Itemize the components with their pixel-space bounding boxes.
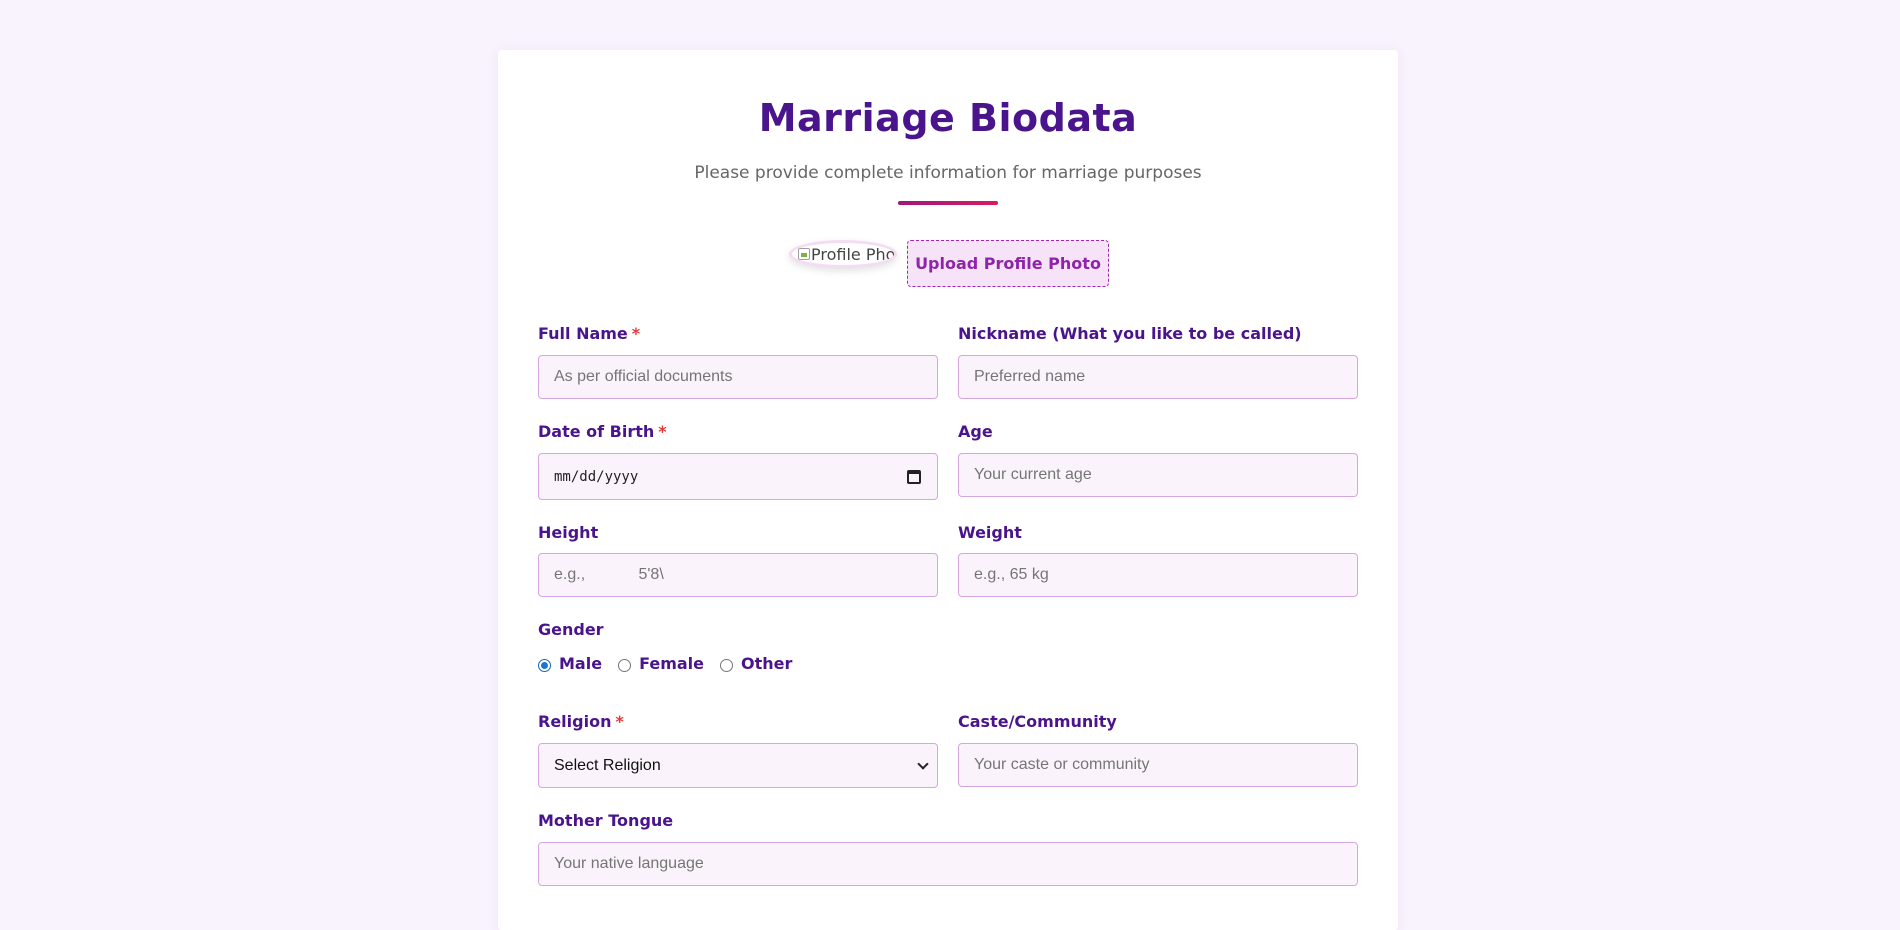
full-name-placeholder: As per official documents bbox=[554, 368, 733, 385]
religion-label-text: Religion bbox=[538, 712, 612, 731]
gender-option-other[interactable]: Other bbox=[720, 654, 792, 673]
required-marker: * bbox=[615, 712, 624, 731]
full-name-label-text: Full Name bbox=[538, 324, 628, 343]
title-divider bbox=[898, 201, 998, 205]
gender-radio-female[interactable] bbox=[618, 658, 632, 672]
gender-radio-other[interactable] bbox=[720, 658, 733, 672]
weight-input[interactable]: e.g., 65 kg bbox=[958, 553, 1358, 597]
height-label: Height bbox=[538, 523, 599, 542]
mother-tongue-input[interactable]: Your native language bbox=[538, 842, 1358, 886]
caste-label: Caste/Community bbox=[958, 712, 1117, 731]
required-marker: * bbox=[631, 324, 641, 343]
gender-radio-group: Male Female Other bbox=[538, 654, 808, 673]
nickname-input[interactable]: Preferred name bbox=[958, 355, 1358, 399]
date-of-birth-value: mm/dd/yyyy bbox=[554, 468, 639, 485]
full-name-label: Full Name * bbox=[538, 324, 640, 343]
chevron-down-icon bbox=[917, 757, 929, 770]
weight-placeholder: e.g., 65 kg bbox=[974, 566, 1049, 583]
page-title: Marriage Biodata bbox=[758, 96, 1138, 140]
profile-photo-alt-text: Profile Photo bbox=[811, 244, 896, 264]
page-subtitle: Please provide complete information for … bbox=[694, 163, 1202, 183]
caste-input[interactable]: Your caste or community bbox=[958, 743, 1358, 787]
date-of-birth-input[interactable]: mm/dd/yyyy bbox=[538, 453, 938, 500]
religion-select[interactable]: Select Religion bbox=[538, 743, 938, 788]
profile-photo: Profile Photo bbox=[789, 240, 897, 268]
gender-option-female[interactable]: Female bbox=[618, 654, 704, 673]
caste-placeholder: Your caste or community bbox=[974, 756, 1150, 773]
height-placeholder: e.g., 5'8\ bbox=[554, 566, 664, 583]
biodata-form-card: Marriage Biodata Please provide complete… bbox=[498, 50, 1398, 930]
mother-tongue-label: Mother Tongue bbox=[538, 811, 674, 830]
age-label: Age bbox=[958, 422, 993, 441]
mother-tongue-placeholder: Your native language bbox=[554, 855, 704, 872]
age-input[interactable]: Your current age bbox=[958, 453, 1358, 497]
gender-option-label: Other bbox=[741, 654, 793, 673]
nickname-placeholder: Preferred name bbox=[974, 368, 1086, 385]
religion-selected-value: Select Religion bbox=[554, 756, 661, 774]
weight-label: Weight bbox=[958, 523, 1022, 542]
religion-label: Religion * bbox=[538, 712, 624, 731]
required-marker: * bbox=[658, 422, 667, 441]
height-input[interactable]: e.g., 5'8\ bbox=[538, 553, 938, 597]
dob-label: Date of Birth * bbox=[538, 422, 667, 441]
broken-image-icon bbox=[798, 248, 810, 260]
age-placeholder: Your current age bbox=[974, 466, 1092, 483]
gender-radio-male[interactable] bbox=[538, 658, 551, 672]
gender-option-label: Male bbox=[559, 654, 603, 673]
nickname-label: Nickname (What you like to be called) bbox=[958, 324, 1302, 343]
full-name-input[interactable]: As per official documents bbox=[538, 355, 938, 399]
gender-option-male[interactable]: Male bbox=[538, 654, 602, 673]
gender-option-label: Female bbox=[639, 654, 704, 673]
dob-label-text: Date of Birth bbox=[538, 422, 655, 441]
calendar-icon[interactable] bbox=[907, 469, 921, 484]
gender-label: Gender bbox=[538, 620, 604, 639]
upload-profile-photo-button[interactable]: Upload Profile Photo bbox=[907, 240, 1109, 287]
